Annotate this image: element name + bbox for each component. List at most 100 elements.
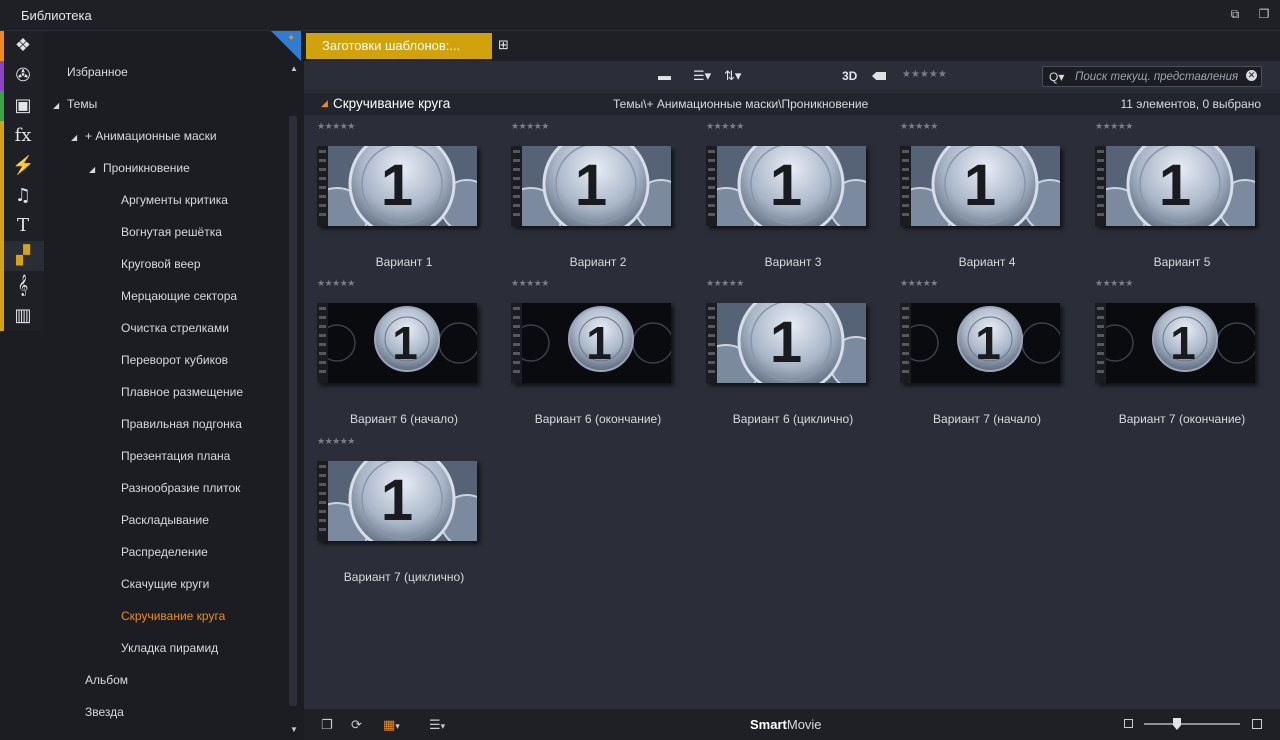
tree-item[interactable]: Альбом	[85, 673, 128, 687]
tree-item[interactable]: Аргументы критика	[121, 193, 228, 207]
tree-item[interactable]: Распределение	[121, 545, 208, 559]
zoom-slider-thumb[interactable]	[1173, 718, 1181, 730]
rating-stars[interactable]: ★★★★★	[317, 278, 355, 289]
media-item[interactable]: ★★★★★ 1 Вариант 7 (циклично)	[304, 436, 479, 586]
copy-icon[interactable]: ❐	[321, 717, 333, 733]
detach-window-icon[interactable]: ⧉	[1228, 7, 1242, 21]
rating-filter[interactable]: ★★★★★	[902, 69, 947, 80]
media-item[interactable]: ★★★★★ 1 Вариант 1	[304, 121, 479, 271]
3d-filter-button[interactable]: 3D	[842, 69, 857, 83]
expand-arrow-icon[interactable]: ◢	[89, 165, 99, 174]
rating-stars[interactable]: ★★★★★	[900, 121, 938, 132]
search-icon[interactable]: Q▾	[1049, 70, 1064, 84]
category-stacked-frames[interactable]: ▣	[0, 91, 44, 121]
tree-item[interactable]: Мерцающие сектора	[121, 289, 237, 303]
pin-tab-icon[interactable]: ⊞	[498, 37, 509, 53]
tree-item[interactable]: Вогнутая решётка	[121, 225, 222, 239]
media-item[interactable]: ★★★★★ 1 Вариант 4	[887, 121, 1062, 271]
tree-item[interactable]: Укладка пирамид	[121, 641, 218, 655]
thumbnail: 1	[1095, 303, 1255, 383]
tree-item-label: Скачущие круги	[121, 577, 210, 591]
rating-stars[interactable]: ★★★★★	[317, 121, 355, 132]
category-treble-clef[interactable]: 𝄞	[0, 271, 44, 301]
tree-item[interactable]: Плавное размещение	[121, 385, 243, 399]
scroll-up-icon[interactable]: ▲	[289, 64, 299, 73]
zoom-large-icon[interactable]	[1252, 719, 1262, 729]
collapse-icon[interactable]: ◢	[321, 98, 328, 109]
tree-item[interactable]: Скачущие круги	[121, 577, 209, 591]
clear-search-icon[interactable]: ✕	[1246, 70, 1257, 81]
category-film-reel[interactable]: ✇	[0, 61, 44, 91]
sort-icon[interactable]: ⇅▾	[724, 68, 741, 84]
thumbnail: 1	[317, 146, 477, 226]
tree-item[interactable]: Раскладывание	[121, 513, 209, 527]
tree-item[interactable]: ◢ Проникновение	[89, 161, 190, 175]
media-item[interactable]: ★★★★★ 1 Вариант 6 (начало)	[304, 278, 479, 428]
search-box[interactable]: Q▾ ✕	[1042, 66, 1262, 87]
tree-scrollbar[interactable]	[289, 116, 297, 706]
zoom-small-icon[interactable]	[1124, 719, 1133, 728]
tree-item[interactable]: Разнообразие плиток	[121, 481, 240, 495]
category-piano[interactable]: ▥	[0, 301, 44, 331]
media-item-label: Вариант 3	[764, 255, 822, 269]
list-options-icon[interactable]: ☰▾	[693, 68, 711, 84]
category-lightning[interactable]: ⚡	[0, 151, 44, 181]
thumbnail-number: 1	[769, 153, 803, 218]
category-montage[interactable]: ▞	[0, 241, 44, 271]
tree-item-label: Звезда	[85, 705, 124, 719]
tree-item-label: Правильная подгонка	[121, 417, 242, 431]
list-view-icon[interactable]: ☰▾	[429, 717, 445, 733]
tree-item[interactable]: ◢ + Анимационные маски	[71, 129, 217, 143]
rating-stars[interactable]: ★★★★★	[706, 278, 744, 289]
media-item[interactable]: ★★★★★ 1 Вариант 6 (циклично)	[693, 278, 868, 428]
tree-item-label: Проникновение	[103, 161, 190, 175]
media-item[interactable]: ★★★★★ 1 Вариант 5	[1082, 121, 1257, 271]
media-item[interactable]: ★★★★★ 1 Вариант 3	[693, 121, 868, 271]
tag-icon[interactable]	[872, 72, 886, 80]
rating-stars[interactable]: ★★★★★	[317, 436, 355, 447]
scroll-down-icon[interactable]: ▼	[289, 725, 299, 734]
thumbnail: 1	[706, 303, 866, 383]
category-text[interactable]: T	[0, 211, 44, 241]
tree-item[interactable]: Избранное	[67, 65, 128, 79]
search-input[interactable]	[1075, 69, 1245, 84]
media-item[interactable]: ★★★★★ 1 Вариант 7 (начало)	[887, 278, 1062, 428]
pushpin-icon[interactable]: ✦	[287, 33, 295, 44]
thumbnail-number: 1	[380, 153, 414, 218]
rating-stars[interactable]: ★★★★★	[900, 278, 938, 289]
rating-stars[interactable]: ★★★★★	[511, 278, 549, 289]
media-item[interactable]: ★★★★★ 1 Вариант 6 (окончание)	[498, 278, 673, 428]
expand-arrow-icon[interactable]: ◢	[71, 133, 81, 142]
tree-item[interactable]: Переворот кубиков	[121, 353, 228, 367]
tree-item[interactable]: Круговой веер	[121, 257, 201, 271]
grid-view-icon[interactable]: ▦▾	[383, 717, 400, 733]
layers-icon: ❖	[14, 35, 32, 56]
media-item[interactable]: ★★★★★ 1 Вариант 7 (окончание)	[1082, 278, 1257, 428]
media-item[interactable]: ★★★★★ 1 Вариант 2	[498, 121, 673, 271]
category-music-note[interactable]: ♫	[0, 181, 44, 211]
tree-item[interactable]: Скручивание круга	[121, 609, 225, 623]
folder-icon[interactable]: ▬	[658, 68, 671, 83]
tree-item[interactable]: Презентация плана	[121, 449, 230, 463]
thumbnail: 1	[511, 146, 671, 226]
rating-stars[interactable]: ★★★★★	[511, 121, 549, 132]
category-layers[interactable]: ❖	[0, 31, 44, 61]
expand-arrow-icon[interactable]: ◢	[53, 101, 63, 110]
smartmovie-label[interactable]: SmartMovie	[750, 717, 822, 732]
rating-stars[interactable]: ★★★★★	[1095, 121, 1133, 132]
tab-templates[interactable]: Заготовки шаблонов:...	[306, 33, 492, 59]
tree-item[interactable]: Очистка стрелками	[121, 321, 229, 335]
restore-window-icon[interactable]: ❐	[1257, 7, 1271, 21]
rating-stars[interactable]: ★★★★★	[706, 121, 744, 132]
thumbnail: 1	[511, 303, 671, 383]
tree-item[interactable]: Звезда	[85, 705, 124, 719]
tree-item[interactable]: Правильная подгонка	[121, 417, 242, 431]
media-item-label: Вариант 6 (окончание)	[534, 412, 662, 426]
thumbnail-number: 1	[1170, 317, 1196, 369]
rating-stars[interactable]: ★★★★★	[1095, 278, 1133, 289]
zoom-slider[interactable]	[1144, 723, 1240, 725]
sync-icon[interactable]: ⟳	[351, 717, 362, 733]
category-fx[interactable]: fx	[0, 121, 44, 151]
thumbnail: 1	[706, 146, 866, 226]
tree-item[interactable]: ◢ Темы	[53, 97, 97, 111]
